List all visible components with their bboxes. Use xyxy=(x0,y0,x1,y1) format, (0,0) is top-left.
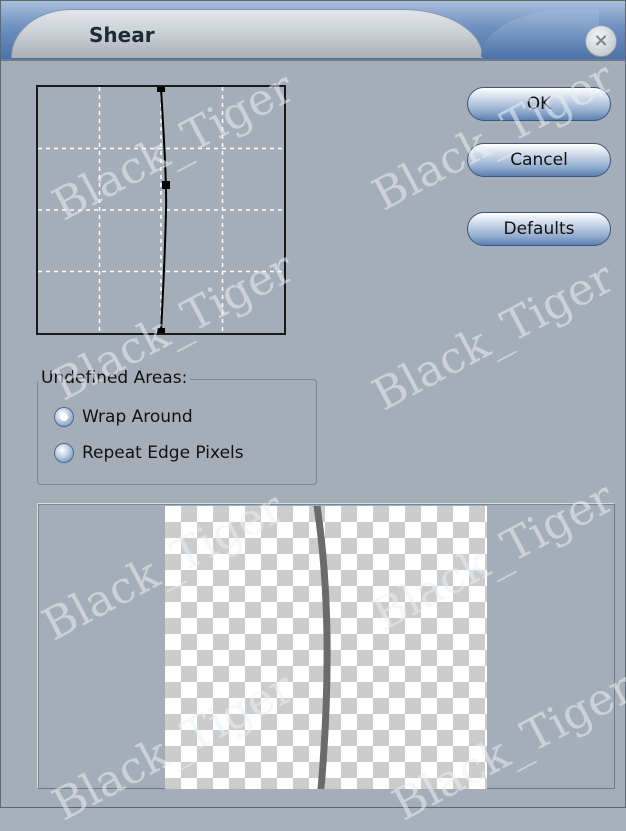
undefined-areas-legend: Undefined Areas: xyxy=(38,368,191,388)
defaults-button[interactable]: Defaults xyxy=(467,212,611,246)
wrap-around-radio[interactable] xyxy=(54,407,74,427)
close-button[interactable]: × xyxy=(585,25,617,57)
ok-button[interactable]: OK xyxy=(467,87,611,121)
curve-top-point[interactable] xyxy=(157,87,165,92)
cancel-button[interactable]: Cancel xyxy=(467,143,611,177)
watermark: Black_Tiger xyxy=(364,251,623,422)
shear-dialog: Shear × OK Cancel Defaults Undefined Are… xyxy=(0,0,626,831)
repeat-edge-pixels-radio[interactable] xyxy=(54,443,74,463)
shear-curve-canvas[interactable] xyxy=(38,87,284,333)
wrap-around-option[interactable]: Wrap Around xyxy=(54,404,193,430)
close-icon: × xyxy=(593,30,609,51)
preview-image xyxy=(165,502,487,793)
watermark: Black_Tiger xyxy=(364,51,623,222)
preview-canvas xyxy=(313,502,331,793)
repeat-edge-pixels-label: Repeat Edge Pixels xyxy=(82,443,244,463)
dialog-title: Shear xyxy=(89,23,155,47)
wrap-around-label: Wrap Around xyxy=(82,407,193,427)
shear-curve-graph[interactable] xyxy=(36,85,286,335)
title-bar[interactable]: Shear × xyxy=(1,1,625,61)
sheared-line xyxy=(313,502,331,793)
repeat-edge-pixels-option[interactable]: Repeat Edge Pixels xyxy=(54,440,244,466)
curve-control-point[interactable] xyxy=(162,181,170,189)
title-tab xyxy=(11,9,483,58)
undefined-areas-group: Undefined Areas: Wrap Around Repeat Edge… xyxy=(37,368,317,485)
title-bar-accent xyxy=(481,9,599,57)
curve-bottom-point[interactable] xyxy=(157,328,165,333)
